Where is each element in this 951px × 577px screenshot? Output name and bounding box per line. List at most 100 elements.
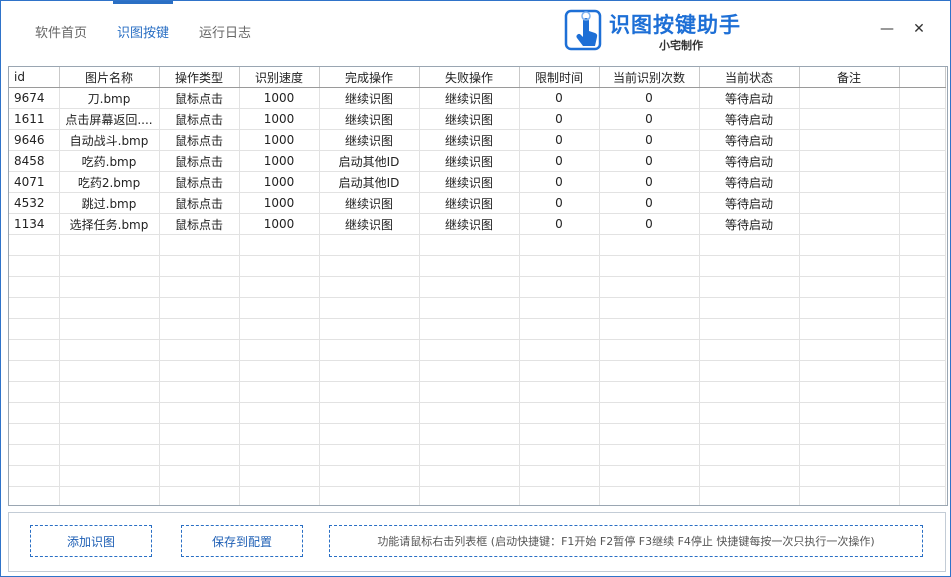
empty-cell [519, 444, 600, 466]
empty-cell [599, 360, 700, 382]
empty-cell [9, 318, 60, 340]
table-row[interactable]: 1611 点击屏幕返回.... 鼠标点击 1000 继续识图 继续识图 0 0 等待启动 [9, 108, 946, 130]
task-table[interactable]: id 图片名称 操作类型 识别速度 完成操作 失败操作 限制时间 当前识别次数 … [9, 67, 946, 505]
column-header-on-success[interactable]: 完成操作 [319, 67, 420, 88]
column-header-action-type[interactable]: 操作类型 [159, 67, 240, 88]
empty-row [9, 276, 946, 298]
cell-status: 等待启动 [699, 213, 800, 235]
empty-cell [319, 339, 420, 361]
cell-on-success: 继续识图 [319, 213, 420, 235]
empty-cell [599, 486, 700, 505]
empty-cell [799, 444, 900, 466]
empty-cell [419, 360, 520, 382]
empty-cell [239, 360, 320, 382]
empty-cell [239, 297, 320, 319]
empty-row [9, 297, 946, 319]
cell-action-type: 鼠标点击 [159, 87, 240, 109]
cell-speed: 1000 [239, 108, 320, 130]
task-table-container[interactable]: id 图片名称 操作类型 识别速度 完成操作 失败操作 限制时间 当前识别次数 … [8, 66, 948, 506]
save-config-button[interactable]: 保存到配置 [181, 525, 303, 557]
table-row[interactable]: 1134 选择任务.bmp 鼠标点击 1000 继续识图 继续识图 0 0 等待启动 [9, 213, 946, 235]
cell-note [799, 171, 900, 193]
empty-cell [599, 234, 700, 256]
column-header-on-fail[interactable]: 失败操作 [419, 67, 520, 88]
table-row[interactable]: 9646 自动战斗.bmp 鼠标点击 1000 继续识图 继续识图 0 0 等待启动 [9, 129, 946, 151]
empty-cell [319, 234, 420, 256]
close-button[interactable]: ✕ [909, 19, 929, 39]
column-header-id[interactable]: id [9, 67, 60, 88]
cell-match-count: 0 [599, 87, 700, 109]
add-image-button[interactable]: 添加识图 [30, 525, 152, 557]
empty-cell [899, 486, 946, 505]
empty-cell [699, 486, 800, 505]
tab-home[interactable]: 软件首页 [23, 1, 99, 58]
empty-cell [699, 255, 800, 277]
empty-cell [799, 381, 900, 403]
empty-cell [519, 486, 600, 505]
cell-note [799, 213, 900, 235]
table-row[interactable]: 9674 刀.bmp 鼠标点击 1000 继续识图 继续识图 0 0 等待启动 [9, 87, 946, 109]
empty-cell [239, 276, 320, 298]
empty-cell [59, 381, 160, 403]
column-header-speed[interactable]: 识别速度 [239, 67, 320, 88]
cell-image-name: 选择任务.bmp [59, 213, 160, 235]
empty-cell [519, 276, 600, 298]
cell-time-limit: 0 [519, 108, 600, 130]
empty-cell [799, 339, 900, 361]
column-header-status[interactable]: 当前状态 [699, 67, 800, 88]
table-row[interactable]: 4071 吃药2.bmp 鼠标点击 1000 启动其他ID 继续识图 0 0 等待启动 [9, 171, 946, 193]
empty-cell [9, 255, 60, 277]
cell-spacer [899, 87, 946, 109]
cell-time-limit: 0 [519, 192, 600, 214]
empty-cell [239, 381, 320, 403]
empty-cell [239, 234, 320, 256]
cell-image-name: 吃药2.bmp [59, 171, 160, 193]
empty-cell [799, 360, 900, 382]
empty-cell [239, 402, 320, 424]
cell-id: 9674 [9, 87, 60, 109]
column-header-image-name[interactable]: 图片名称 [59, 67, 160, 88]
empty-cell [419, 486, 520, 505]
empty-cell [899, 276, 946, 298]
cell-on-success: 继续识图 [319, 108, 420, 130]
empty-cell [419, 465, 520, 487]
tab-run-log[interactable]: 运行日志 [187, 1, 263, 58]
cell-match-count: 0 [599, 171, 700, 193]
empty-cell [799, 276, 900, 298]
empty-cell [899, 465, 946, 487]
empty-cell [59, 360, 160, 382]
empty-cell [599, 318, 700, 340]
empty-cell [899, 444, 946, 466]
empty-cell [239, 339, 320, 361]
cell-speed: 1000 [239, 150, 320, 172]
cell-match-count: 0 [599, 150, 700, 172]
empty-cell [319, 297, 420, 319]
empty-cell [699, 423, 800, 445]
empty-cell [59, 276, 160, 298]
empty-cell [159, 339, 240, 361]
cell-on-success: 启动其他ID [319, 171, 420, 193]
cell-on-success: 继续识图 [319, 192, 420, 214]
empty-cell [59, 444, 160, 466]
cell-speed: 1000 [239, 87, 320, 109]
empty-cell [699, 465, 800, 487]
minimize-button[interactable]: — [877, 19, 897, 39]
column-header-match-count[interactable]: 当前识别次数 [599, 67, 700, 88]
empty-cell [159, 402, 240, 424]
cell-speed: 1000 [239, 192, 320, 214]
cell-image-name: 吃药.bmp [59, 150, 160, 172]
cell-status: 等待启动 [699, 108, 800, 130]
column-header-time-limit[interactable]: 限制时间 [519, 67, 600, 88]
empty-cell [519, 255, 600, 277]
table-row[interactable]: 8458 吃药.bmp 鼠标点击 1000 启动其他ID 继续识图 0 0 等待启动 [9, 150, 946, 172]
empty-cell [899, 255, 946, 277]
empty-cell [239, 465, 320, 487]
empty-cell [319, 255, 420, 277]
tab-bar: 软件首页 识图按键 运行日志 [23, 1, 269, 58]
tab-image-keys[interactable]: 识图按键 [105, 1, 181, 58]
table-row[interactable]: 4532 跳过.bmp 鼠标点击 1000 继续识图 继续识图 0 0 等待启动 [9, 192, 946, 214]
column-header-note[interactable]: 备注 [799, 67, 900, 88]
empty-cell [9, 423, 60, 445]
empty-cell [319, 444, 420, 466]
empty-cell [9, 276, 60, 298]
